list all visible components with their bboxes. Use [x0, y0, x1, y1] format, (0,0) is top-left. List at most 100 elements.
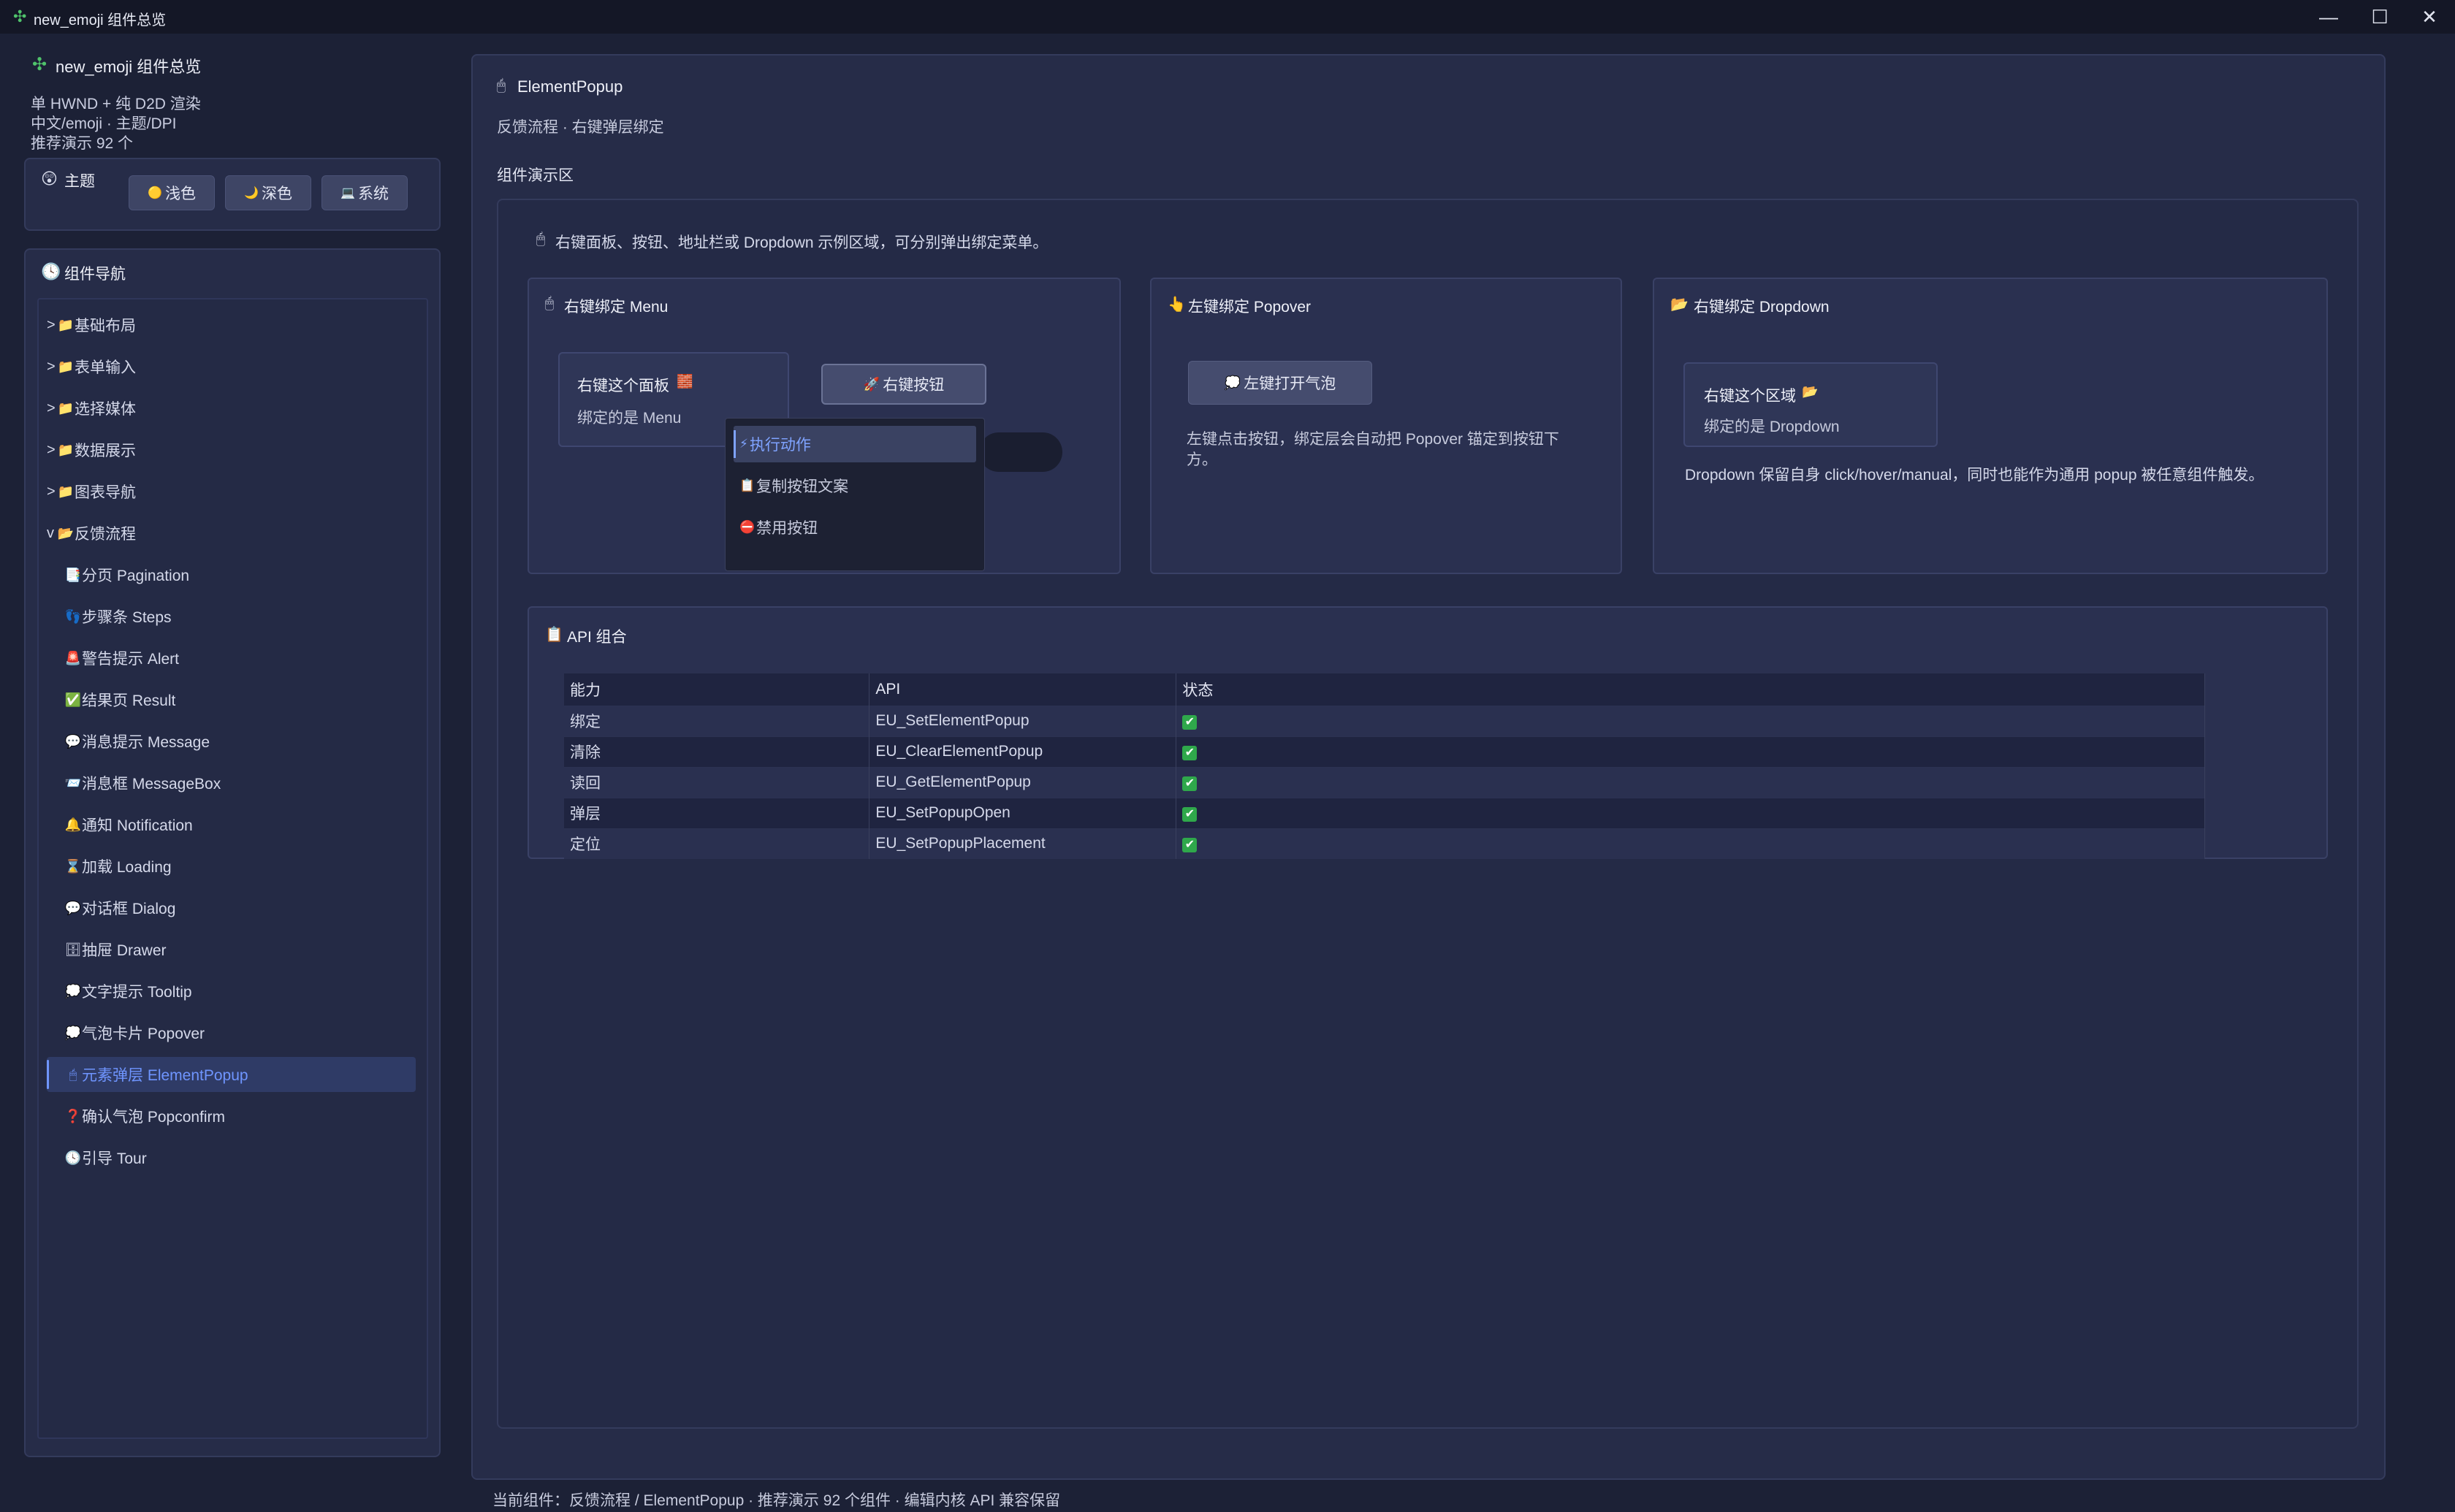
- nav-item-messagebox[interactable]: 📨 消息框 MessageBox: [47, 765, 416, 801]
- theme-label: 主题: [64, 173, 95, 190]
- table-row: 绑定 EU_SetElementPopup ✔: [564, 705, 2205, 736]
- caret-right-icon: >: [47, 441, 56, 458]
- page-title: ElementPopup: [517, 77, 623, 96]
- nav-group-select-media[interactable]: > 📁 选择媒体: [47, 391, 416, 426]
- mouse-icon: 🖱: [545, 295, 554, 311]
- column-header: 能力: [564, 673, 870, 706]
- menu-item-execute[interactable]: ⚡ 执行动作: [734, 426, 976, 462]
- nav-item-loading[interactable]: ⌛ 加载 Loading: [47, 849, 416, 884]
- toggle-switch[interactable]: [979, 432, 1062, 472]
- check-icon: ✔: [1182, 776, 1198, 791]
- column-header: 状态: [1176, 673, 2205, 706]
- nav-item-dialog[interactable]: 💬 对话框 Dialog: [47, 890, 416, 925]
- nav-label: 抽屉 Drawer: [82, 942, 167, 959]
- info-line: 单 HWND + 纯 D2D 渲染: [31, 96, 201, 112]
- nav-label: 文字提示 Tooltip: [82, 984, 192, 1001]
- nav-label: 确认气泡 Popconfirm: [82, 1109, 226, 1126]
- card-title: 左键绑定 Popover: [1188, 299, 1312, 316]
- caret-right-icon: >: [47, 358, 56, 375]
- close-button[interactable]: ✕: [2404, 0, 2455, 34]
- api-table: 能力 API 状态 绑定 EU_SetElementPopup ✔ 清除 EU_…: [564, 673, 2205, 859]
- clock-icon: 🕓: [64, 1150, 82, 1165]
- column-header: API: [869, 673, 1177, 706]
- light-icon: 🟡: [148, 187, 162, 199]
- nav-item-message[interactable]: 💬 消息提示 Message: [47, 724, 416, 759]
- table-row: 定位 EU_SetPopupPlacement ✔: [564, 828, 2205, 859]
- folder-icon: 📁: [57, 317, 75, 332]
- nav-item-tooltip[interactable]: 💭 文字提示 Tooltip: [47, 974, 416, 1009]
- folder-icon: 📁: [57, 400, 75, 416]
- card-description: Dropdown 保留自身 click/hover/manual，同时也能作为通…: [1685, 467, 2264, 484]
- nav-group-form-input[interactable]: > 📁 表单输入: [47, 349, 416, 384]
- nav-item-tour[interactable]: 🕓 引导 Tour: [47, 1140, 416, 1175]
- demo-section-label: 组件演示区: [497, 167, 574, 184]
- check-icon: ✔: [1182, 746, 1198, 760]
- cell-capability: 定位: [564, 828, 870, 859]
- cell-capability: 读回: [564, 766, 870, 798]
- nav-item-alert[interactable]: 🚨 警告提示 Alert: [47, 641, 416, 676]
- nav-group-basic-layout[interactable]: > 📁 基础布局: [47, 308, 416, 343]
- folder-open-icon: 📂: [57, 525, 75, 541]
- nav-label: 消息框 MessageBox: [82, 776, 221, 793]
- button-label: 右键按钮: [883, 377, 945, 394]
- cell-api: EU_SetElementPopup: [869, 705, 1177, 736]
- info-line: 中文/emoji · 主题/DPI: [31, 115, 177, 132]
- right-click-button[interactable]: 🚀 右键按钮: [821, 364, 986, 405]
- nav-item-notification[interactable]: 🔔 通知 Notification: [47, 807, 416, 842]
- button-label: 左键打开气泡: [1244, 375, 1336, 392]
- theme-icon: 😲: [41, 169, 58, 188]
- menu-item-disable[interactable]: ⛔ 禁用按钮: [734, 509, 976, 546]
- theme-button-label: 深色: [261, 186, 292, 202]
- theme-light-button[interactable]: 🟡 浅色: [129, 175, 215, 210]
- thought-bubble-icon: 💭: [1224, 375, 1241, 390]
- nav-item-result[interactable]: ✅ 结果页 Result: [47, 682, 416, 717]
- caret-down-icon: v: [47, 524, 54, 541]
- cell-api: EU_SetPopupOpen: [869, 797, 1177, 828]
- nav-item-steps[interactable]: 👣 步骤条 Steps: [47, 599, 416, 634]
- nav-item-elementpopup[interactable]: 🖱 元素弹层 ElementPopup: [47, 1057, 416, 1092]
- minimize-button[interactable]: —: [2303, 0, 2354, 34]
- lightning-icon: ⚡: [739, 437, 748, 451]
- clipboard-icon: 📋: [739, 478, 755, 492]
- status-bar: 当前组件：反馈流程 / ElementPopup · 推荐演示 92 个组件 ·…: [492, 1492, 1061, 1509]
- cell-capability: 清除: [564, 736, 870, 767]
- window-title: new_emoji 组件总览: [34, 12, 167, 28]
- question-icon: ❓: [64, 1108, 82, 1123]
- nav-label: 加载 Loading: [82, 859, 172, 876]
- folder-icon: 📁: [57, 359, 75, 374]
- nav-item-popover[interactable]: 💭 气泡卡片 Popover: [47, 1015, 416, 1050]
- nav-label: 结果页 Result: [82, 692, 176, 709]
- menu-item-copy[interactable]: 📋 复制按钮文案: [734, 467, 976, 504]
- pointing-hand-icon: 👆: [1168, 297, 1186, 313]
- nav-label: 表单输入: [75, 359, 136, 376]
- maximize-button[interactable]: ☐: [2354, 0, 2405, 34]
- table-header-row: 能力 API 状态: [564, 673, 2205, 706]
- theme-system-button[interactable]: 💻 系统: [321, 175, 408, 210]
- clock-icon: 🕓: [41, 262, 61, 280]
- nav-group-chart-nav[interactable]: > 📁 图表导航: [47, 474, 416, 509]
- check-icon: ✔: [1182, 807, 1198, 822]
- cabinet-icon: 🗄: [64, 942, 82, 957]
- nav-label: 步骤条 Steps: [82, 609, 172, 626]
- nav-label: 元素弹层 ElementPopup: [82, 1067, 248, 1084]
- page-subtitle: 反馈流程 · 右键弹层绑定: [497, 119, 664, 136]
- caret-right-icon: >: [47, 483, 56, 500]
- card-title: 右键绑定 Menu: [564, 299, 669, 316]
- nav-item-drawer[interactable]: 🗄 抽屉 Drawer: [47, 932, 416, 967]
- check-icon: ✔: [1182, 715, 1198, 730]
- cell-status: ✔: [1176, 766, 2205, 798]
- demo-description: 右键面板、按钮、地址栏或 Dropdown 示例区域，可分别弹出绑定菜单。: [555, 234, 1048, 251]
- folder-icon: 📁: [57, 442, 75, 457]
- panel-subtitle: 绑定的是 Dropdown: [1704, 419, 1840, 435]
- nav-group-data-display[interactable]: > 📁 数据展示: [47, 432, 416, 467]
- theme-dark-button[interactable]: 🌙 深色: [225, 175, 311, 210]
- mouse-icon: 🖱: [536, 231, 545, 247]
- cell-capability: 绑定: [564, 705, 870, 736]
- info-line: 推荐演示 92 个: [31, 135, 134, 152]
- nav-group-feedback[interactable]: v 📂 反馈流程: [47, 516, 416, 551]
- app-icon: ✣: [13, 7, 27, 26]
- open-popover-button[interactable]: 💭 左键打开气泡: [1188, 361, 1372, 405]
- table-row: 清除 EU_ClearElementPopup ✔: [564, 736, 2205, 767]
- nav-item-popconfirm[interactable]: ❓ 确认气泡 Popconfirm: [47, 1099, 416, 1134]
- nav-item-pagination[interactable]: 📑 分页 Pagination: [47, 557, 416, 592]
